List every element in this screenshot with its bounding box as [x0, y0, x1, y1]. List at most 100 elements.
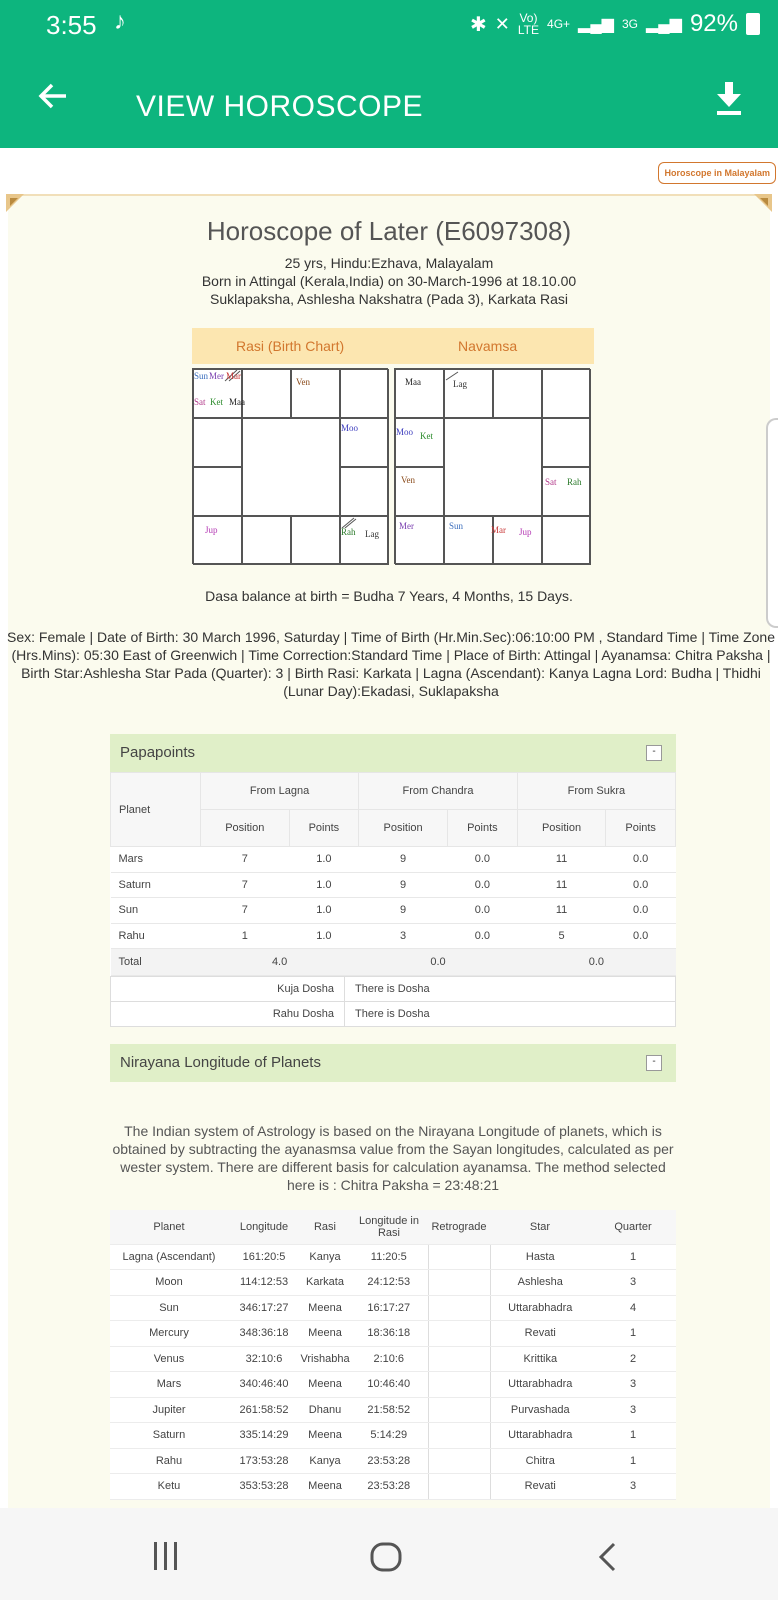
planet-sun: Sun	[449, 521, 464, 531]
system-nav-bar	[0, 1508, 778, 1600]
table-row: Rahu 1 1.0 3 0.0 5 0.0	[110, 923, 676, 949]
col-position: Position	[358, 809, 448, 847]
planet-rahu: Rah	[341, 527, 356, 537]
col-longitude-in-rasi: Longitude in Rasi	[350, 1210, 428, 1245]
col-star: Star	[490, 1210, 590, 1245]
group-sukra: From Sukra	[516, 772, 677, 810]
planet-moon: Moo	[396, 427, 414, 437]
table-row: Mars 340:46:40 Meena 10:46:40 Uttarabhadra 3	[110, 1371, 676, 1398]
planet-mars: Mar	[226, 371, 241, 381]
table-row: Saturn 7 1.0 9 0.0 11 0.0	[110, 872, 676, 898]
papapoints-table: Planet From Lagna From Chandra From Sukr…	[110, 772, 677, 976]
planet-jupiter: Jup	[205, 525, 218, 535]
navamsa-chart: Maa Lag Moo Ket Ven Sat Rah Mer Sun Mar …	[394, 368, 591, 565]
table-row: Lagna (Ascendant) 161:20:5 Kanya 11:20:5 Has…	[110, 1244, 676, 1270]
nirayana-description: The Indian system of Astrology is based …	[112, 1123, 674, 1193]
nirayana-title: Nirayana Longitude of Planets	[120, 1054, 321, 1071]
col-retrograde: Retrograde	[428, 1210, 490, 1245]
planet-lagna: Lag	[453, 379, 467, 389]
table-row: Rahu Dosha There is Dosha	[110, 1001, 676, 1027]
horoscope-title: Horoscope of Later (E6097308)	[206, 216, 572, 246]
birth-details: Sex: Female | Date of Birth: 30 March 19…	[6, 629, 776, 699]
table-row: Ketu 353:53:28 Meena 23:53:28 Revati 3	[110, 1473, 676, 1500]
table-row: Kuja Dosha There is Dosha	[110, 976, 676, 1002]
longitude-table: Planet Longitude Rasi Longitude in Rasi …	[110, 1210, 676, 1500]
horoscope-subtitle: 25 yrs, Hindu:Ezhava, Malayalam Born in …	[201, 255, 577, 307]
nirayana-header[interactable]: Nirayana Longitude of Planets -	[110, 1044, 676, 1082]
table-row: Moon 114:12:53 Karkata 24:12:53 Ashlesha 3	[110, 1269, 676, 1296]
network-3g-label: 3G	[621, 17, 638, 31]
signal-icon: ▂▄▆	[578, 16, 614, 33]
status-time: 3:55	[46, 10, 97, 40]
back-arrow-icon[interactable]	[36, 78, 72, 114]
corner-ornament-icon	[754, 194, 772, 212]
planet-mercury: Mer	[209, 371, 224, 381]
planet-venus: Ven	[401, 475, 415, 485]
battery-icon	[746, 13, 760, 35]
planet-jupiter: Jup	[519, 527, 532, 537]
table-row: Mercury 348:36:18 Meena 18:36:18 Revati 1	[110, 1320, 676, 1347]
table-row: Sun 346:17:27 Meena 16:17:27 Uttarabhadra 4	[110, 1295, 676, 1321]
planet-ketu: Ket	[210, 397, 223, 407]
home-icon[interactable]	[370, 1542, 404, 1572]
planet-lagna: Lag	[365, 529, 379, 539]
navamsa-chart-label: Navamsa	[458, 338, 518, 354]
planet-mercury: Mer	[399, 521, 414, 531]
col-points: Points	[288, 809, 360, 847]
col-points: Points	[446, 809, 518, 847]
planet-mars: Mar	[491, 525, 506, 535]
page-title: VIEW HOROSCOPE	[136, 90, 424, 123]
col-planet: Planet	[110, 772, 201, 847]
mute-icon: ✕	[494, 13, 510, 34]
dosha-table: Kuja Dosha There is Dosha Rahu Dosha There…	[110, 976, 676, 1027]
nirayana-panel: Nirayana Longitude of Planets -	[110, 1044, 676, 1082]
horoscope-content[interactable]: Horoscope in Malayalam Horoscope of Late…	[0, 148, 778, 1508]
planet-venus: Ven	[296, 377, 310, 387]
table-row: Sun 7 1.0 9 0.0 11 0.0	[110, 897, 676, 924]
total-row: Total 4.0 0.0 0.0	[110, 948, 676, 976]
rasi-chart-label: Rasi (Birth Chart)	[236, 338, 345, 354]
papapoints-title: Papapoints	[120, 744, 196, 761]
planet-sun: Sun	[194, 371, 209, 381]
planet-rahu: Rah	[567, 477, 582, 487]
app-bar: VIEW HOROSCOPE	[0, 50, 778, 148]
battery-percent: 92%	[689, 10, 738, 37]
dasa-balance: Dasa balance at birth = Budha 7 Years, 4…	[205, 588, 573, 604]
back-nav-icon[interactable]	[596, 1542, 618, 1572]
group-chandra: From Chandra	[358, 772, 518, 810]
table-row: Saturn 335:14:29 Meena 5:14:29 Uttarabhadra 1	[110, 1422, 676, 1449]
volte-label: Vo) LTE	[517, 11, 540, 37]
col-position: Position	[516, 809, 607, 847]
papapoints-panel: Papapoints - Planet From Lagna From Chan…	[110, 734, 677, 1027]
network-4g-label: 4G+	[547, 17, 571, 31]
collapse-icon[interactable]: -	[646, 745, 662, 761]
planet-saturn: Sat	[545, 477, 557, 487]
bluetooth-icon: ✱	[470, 13, 487, 36]
table-row: Jupiter 261:58:52 Dhanu 21:58:52 Purvashada 3	[110, 1397, 676, 1423]
planet-ketu: Ket	[420, 431, 433, 441]
col-rasi: Rasi	[300, 1210, 350, 1245]
download-icon[interactable]	[714, 80, 744, 116]
table-row: Rahu 173:53:28 Kanya 23:53:28 Chitra 1	[110, 1448, 676, 1474]
col-planet: Planet	[110, 1210, 228, 1245]
planet-saturn: Sat	[194, 397, 206, 407]
table-row: Mars 7 1.0 9 0.0 11 0.0	[110, 846, 676, 873]
planet-maandi: Maa	[405, 377, 421, 387]
collapse-icon[interactable]: -	[646, 1055, 662, 1071]
recent-apps-icon[interactable]	[152, 1542, 180, 1570]
planet-maandi: Maa	[229, 397, 245, 407]
col-longitude: Longitude	[228, 1210, 300, 1245]
col-points: Points	[605, 809, 676, 847]
planet-moon: Moo	[341, 423, 359, 433]
birth-charts: Rasi (Birth Chart) Navamsa Sun Mer Mar S…	[192, 328, 594, 572]
col-position: Position	[200, 809, 290, 847]
rasi-chart: Sun Mer Mar Sat Ket Maa Ven Moo Jup Rah …	[192, 368, 389, 565]
col-quarter: Quarter	[590, 1210, 676, 1245]
table-row: Venus 32:10:6 Vrishabha 2:10:6 Krittika 2	[110, 1346, 676, 1372]
status-bar: 3:55 ♪ ✱ ✕ Vo) LTE 4G+ ▂▄▆ 3G ▂▄▆ 92%	[0, 0, 778, 50]
malayalam-horoscope-button[interactable]: Horoscope in Malayalam	[658, 162, 776, 184]
corner-ornament-icon	[6, 194, 24, 212]
papapoints-header[interactable]: Papapoints -	[110, 734, 676, 772]
charts-header: Rasi (Birth Chart) Navamsa	[192, 328, 594, 364]
group-lagna: From Lagna	[199, 772, 360, 810]
